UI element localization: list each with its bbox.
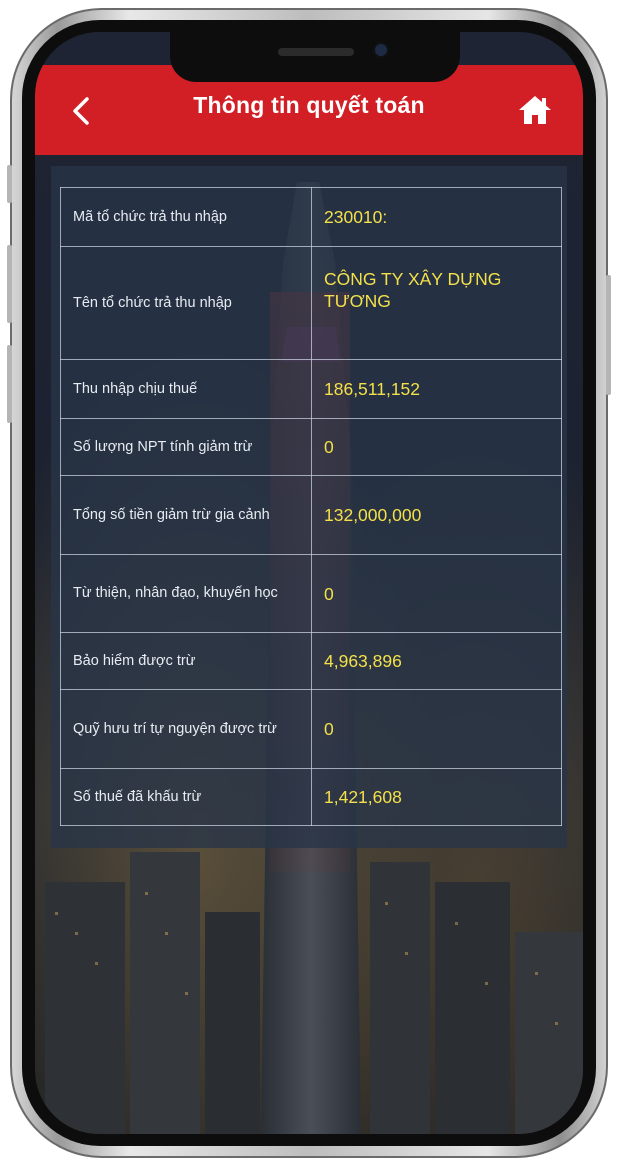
row-value: CÔNG TY XÂY DỰNG TƯƠNG (311, 246, 562, 360)
table-row: Tên tổ chức trả thu nhập CÔNG TY XÂY DỰN… (60, 246, 562, 360)
row-value: 0 (311, 689, 562, 769)
power-button (606, 275, 611, 395)
row-label: Quỹ hưu trí tự nguyện được trừ (60, 689, 312, 769)
table-row: Mã tổ chức trả thu nhập 230010: (60, 187, 562, 247)
table-row: Thu nhập chịu thuế 186,511,152 (60, 359, 562, 419)
speaker-grille (278, 48, 354, 56)
row-label: Mã tổ chức trả thu nhập (60, 187, 312, 247)
row-value: 230010: (311, 187, 562, 247)
settlement-info-table: Mã tổ chức trả thu nhập 230010: Tên tổ c… (60, 187, 562, 826)
front-camera (375, 44, 387, 56)
row-label: Bảo hiểm được trừ (60, 632, 312, 690)
row-value: 132,000,000 (311, 475, 562, 555)
row-label: Thu nhập chịu thuế (60, 359, 312, 419)
home-icon (519, 96, 551, 124)
table-row: Quỹ hưu trí tự nguyện được trừ 0 (60, 689, 562, 769)
table-row: Tổng số tiền giảm trừ gia cảnh 132,000,0… (60, 475, 562, 555)
home-button[interactable] (515, 90, 555, 130)
row-value: 0 (311, 554, 562, 633)
volume-down-button (7, 345, 12, 423)
table-row: Từ thiện, nhân đạo, khuyến học 0 (60, 554, 562, 633)
table-row: Bảo hiểm được trừ 4,963,896 (60, 632, 562, 690)
mute-switch (7, 165, 12, 203)
row-label: Từ thiện, nhân đạo, khuyến học (60, 554, 312, 633)
device-notch (170, 32, 460, 82)
volume-up-button (7, 245, 12, 323)
row-label: Tên tổ chức trả thu nhập (60, 246, 312, 360)
app-screen: Thông tin quyết toán Mã tổ chức trả thu … (35, 32, 583, 1134)
row-value: 1,421,608 (311, 768, 562, 826)
row-label: Số lượng NPT tính giảm trừ (60, 418, 312, 476)
row-value: 0 (311, 418, 562, 476)
table-row: Số lượng NPT tính giảm trừ 0 (60, 418, 562, 476)
row-label: Tổng số tiền giảm trừ gia cảnh (60, 475, 312, 555)
settlement-info-panel: Mã tổ chức trả thu nhập 230010: Tên tổ c… (51, 166, 567, 848)
row-value: 4,963,896 (311, 632, 562, 690)
row-value: 186,511,152 (311, 359, 562, 419)
table-row: Số thuế đã khấu trừ 1,421,608 (60, 768, 562, 826)
row-label: Số thuế đã khấu trừ (60, 768, 312, 826)
